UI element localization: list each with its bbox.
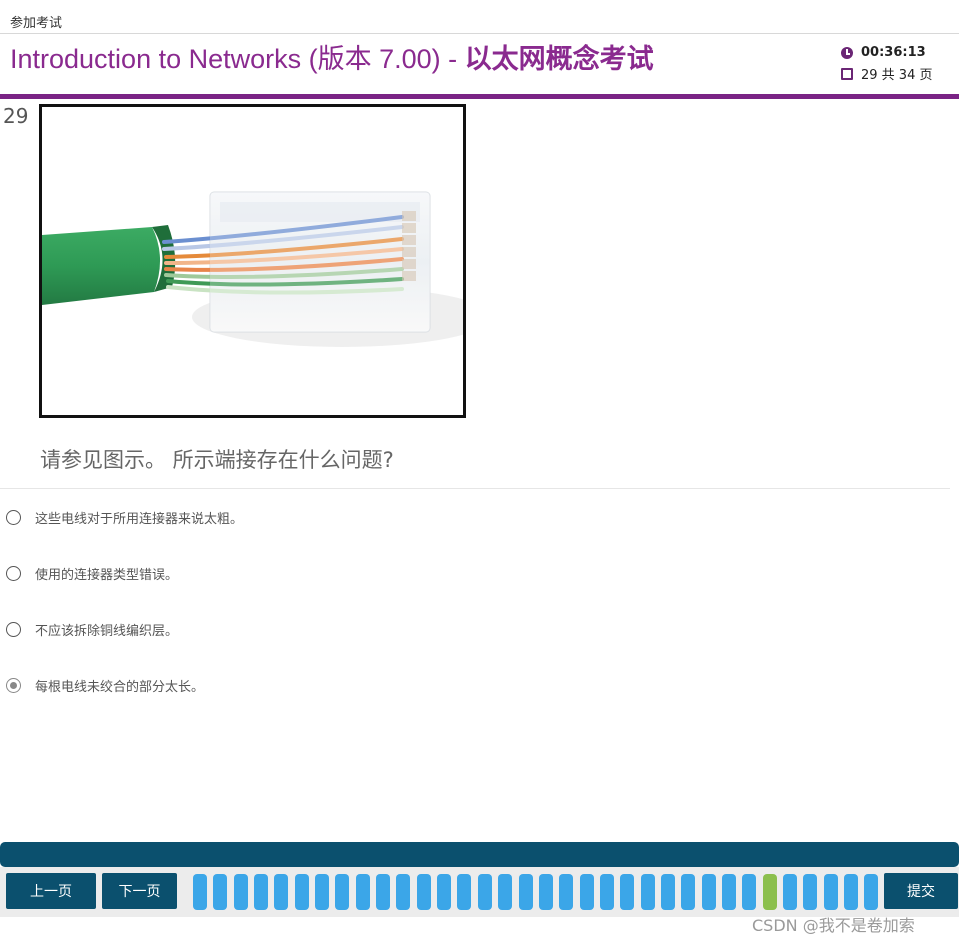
page-title-exam: 以太网概念考试	[464, 44, 654, 74]
progress-segment[interactable]	[681, 874, 696, 910]
progress-segment[interactable]	[233, 874, 248, 910]
page-counter: 29 共 34 页	[861, 68, 933, 83]
next-page-button[interactable]: 下一页	[102, 873, 177, 909]
header-divider	[0, 94, 959, 99]
answer-option-4[interactable]: 每根电线未绞合的部分太长。	[6, 673, 204, 697]
progress-segment[interactable]	[335, 874, 350, 910]
timer: 00:36:13	[861, 45, 926, 60]
progress-segment[interactable]	[274, 874, 289, 910]
question-text: 请参见图示。 所示端接存在什么问题?	[40, 448, 394, 472]
progress-segment[interactable]	[416, 874, 431, 910]
answer-option-label: 每根电线未绞合的部分太长。	[35, 679, 205, 695]
clock-icon	[841, 46, 853, 59]
exam-header: Introduction to Networks (版本 7.00) - 以太网…	[0, 34, 959, 94]
watermark: CSDN @我不是卷加索	[752, 916, 915, 935]
page-icon	[841, 67, 853, 80]
question-divider	[0, 488, 950, 489]
answer-option-2[interactable]: 使用的连接器类型错误。	[6, 561, 178, 585]
footer-bar	[0, 842, 959, 867]
radio-button-selected[interactable]	[6, 677, 21, 693]
answer-option-label: 使用的连接器类型错误。	[35, 567, 179, 583]
answer-option-label: 不应该拆除铜线编织层。	[35, 623, 179, 639]
answer-option-3[interactable]: 不应该拆除铜线编织层。	[6, 617, 178, 641]
page-title: Introduction to Networks (版本 7.00) - 以太网…	[10, 42, 654, 76]
progress-segment[interactable]	[844, 874, 858, 910]
progress-segment-current[interactable]	[762, 874, 777, 910]
progress-segment[interactable]	[864, 874, 879, 910]
progress-segment[interactable]	[660, 874, 675, 910]
progress-segment[interactable]	[579, 874, 594, 910]
progress-segment[interactable]	[294, 874, 309, 910]
progress-segment[interactable]	[640, 874, 655, 910]
progress-segment[interactable]	[701, 874, 716, 910]
progress-segment[interactable]	[599, 874, 614, 910]
progress-segment[interactable]	[477, 874, 492, 910]
radio-button[interactable]	[6, 509, 21, 525]
exhibit-image-rj45-connector	[39, 104, 466, 418]
progress-segment[interactable]	[498, 874, 513, 910]
progress-segment[interactable]	[538, 874, 553, 910]
progress-segment[interactable]	[457, 874, 472, 910]
progress-segment[interactable]	[721, 874, 736, 910]
progress-segment[interactable]	[620, 874, 635, 910]
progress-segment[interactable]	[518, 874, 533, 910]
answer-option-label: 这些电线对于所用连接器来说太粗。	[35, 511, 244, 527]
question-number: 29	[3, 104, 29, 128]
submit-button[interactable]: 提交	[884, 873, 958, 909]
progress-segment[interactable]	[742, 874, 757, 910]
progress-segment[interactable]	[315, 874, 330, 910]
progress-segment[interactable]	[254, 874, 269, 910]
progress-segment[interactable]	[437, 874, 452, 910]
progress-segment[interactable]	[193, 874, 207, 910]
progress-segment[interactable]	[559, 874, 574, 910]
question-progress-bar	[193, 874, 885, 910]
progress-segment[interactable]	[355, 874, 370, 910]
exam-status: 00:36:13 29 共 34 页	[841, 42, 951, 84]
previous-page-button[interactable]: 上一页	[6, 873, 96, 909]
answer-option-1[interactable]: 这些电线对于所用连接器来说太粗。	[6, 505, 243, 529]
navigation-area: 上一页 下一页 提交	[0, 867, 959, 917]
breadcrumb: 参加考试	[10, 16, 63, 31]
progress-segment[interactable]	[823, 874, 838, 910]
radio-button[interactable]	[6, 565, 21, 581]
radio-button[interactable]	[6, 621, 21, 637]
progress-segment[interactable]	[396, 874, 411, 910]
page-title-course: Introduction to Networks (版本 7.00) -	[10, 44, 465, 74]
progress-segment[interactable]	[213, 874, 228, 910]
progress-segment[interactable]	[782, 874, 797, 910]
progress-segment[interactable]	[376, 874, 391, 910]
progress-segment[interactable]	[803, 874, 818, 910]
top-bar: 参加考试	[0, 0, 959, 34]
